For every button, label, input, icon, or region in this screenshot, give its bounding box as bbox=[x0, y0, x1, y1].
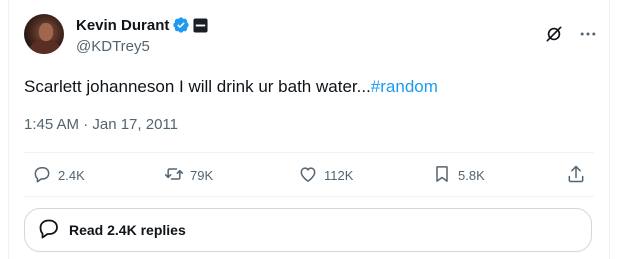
repost-button[interactable]: 79K bbox=[164, 162, 213, 188]
tweet-action-bar: 2.4K 79K 112K 5.8K bbox=[24, 162, 594, 188]
like-icon bbox=[298, 164, 318, 187]
share-icon bbox=[566, 164, 586, 187]
reply-icon bbox=[32, 164, 52, 187]
tweet-text: Scarlett johanneson I will drink ur bath… bbox=[24, 76, 438, 98]
reply-count: 2.4K bbox=[58, 167, 85, 183]
reply-button[interactable]: 2.4K bbox=[32, 162, 85, 188]
like-button[interactable]: 112K bbox=[298, 162, 353, 188]
verified-badge-icon[interactable] bbox=[172, 16, 190, 34]
chat-bubble-icon bbox=[37, 216, 61, 245]
divider bbox=[24, 152, 594, 153]
read-replies-label: Read 2.4K replies bbox=[69, 222, 186, 238]
like-count: 112K bbox=[324, 167, 354, 183]
tweet-top-actions bbox=[544, 24, 598, 44]
more-icon[interactable] bbox=[578, 24, 598, 44]
tweet-header: Kevin Durant @KDTrey5 bbox=[24, 14, 598, 62]
bookmark-count: 5.8K bbox=[458, 167, 485, 183]
hashtag-link[interactable]: #random bbox=[371, 77, 438, 96]
divider bbox=[24, 196, 594, 197]
bookmark-button[interactable]: 5.8K bbox=[432, 162, 485, 188]
author-name-row: Kevin Durant bbox=[76, 15, 208, 35]
tweet-timestamp[interactable]: 1:45 AM · Jan 17, 2011 bbox=[24, 116, 178, 133]
avatar[interactable] bbox=[24, 14, 64, 54]
author-name[interactable]: Kevin Durant bbox=[76, 17, 169, 34]
share-button[interactable] bbox=[566, 162, 586, 188]
read-replies-button[interactable]: Read 2.4K replies bbox=[24, 208, 592, 252]
repost-icon bbox=[164, 164, 184, 187]
repost-count: 79K bbox=[190, 167, 214, 183]
grok-icon[interactable] bbox=[544, 24, 564, 44]
author-handle[interactable]: @KDTrey5 bbox=[76, 38, 150, 55]
tweet-body: Scarlett johanneson I will drink ur bath… bbox=[24, 77, 371, 96]
bookmark-icon bbox=[432, 164, 452, 187]
affiliate-badge-icon[interactable] bbox=[193, 17, 208, 33]
